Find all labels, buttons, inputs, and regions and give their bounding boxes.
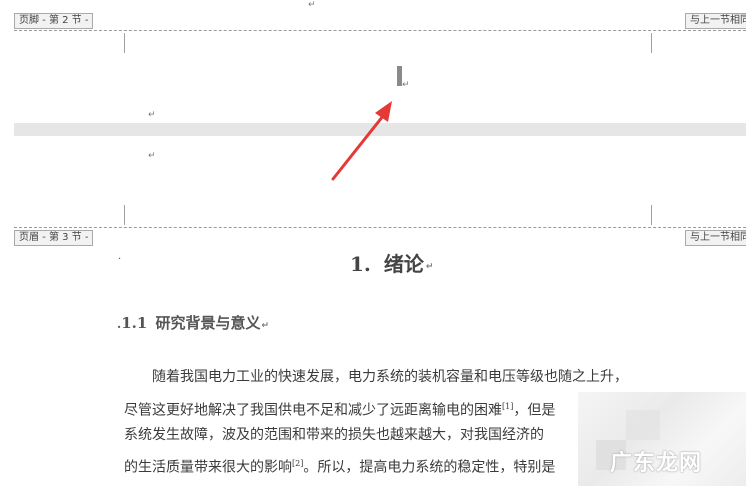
- footer-section-tag[interactable]: 页脚 - 第 2 节 -: [14, 13, 94, 29]
- paragraph-mark: ↵: [425, 262, 434, 272]
- crop-mark: [651, 205, 652, 225]
- footer-boundary: [14, 30, 746, 31]
- body-text: 的生活质量带来很大的影响: [124, 459, 292, 476]
- annotation-arrow: [331, 101, 392, 181]
- header-boundary: [14, 227, 746, 228]
- body-text: 尽管这更好地解决了我国供电不足和减少了远距离输电的困难: [124, 402, 502, 419]
- paragraph-mark: ↵: [261, 321, 270, 331]
- link-to-previous-tag[interactable]: 与上一节相同: [685, 230, 746, 246]
- paragraph-mark: ↵: [148, 110, 156, 120]
- link-to-previous-tag[interactable]: 与上一节相同: [685, 13, 746, 29]
- body-text: 随着我国电力工业的快速发展，电力系统的装机容量和电压等级也随之上升，: [152, 369, 628, 385]
- body-text: 。所以，提高电力系统的稳定性，特别是: [303, 459, 556, 476]
- body-text: 系统发生故障，波及的范围和带来的损失也越来越大，对我国经济的: [124, 427, 544, 443]
- heading-number: 1.1: [121, 314, 148, 332]
- citation-ref: [2]: [292, 459, 304, 468]
- body-text-line: 随着我国电力工业的快速发展，电力系统的装机容量和电压等级也随之上升，: [152, 368, 628, 386]
- citation-ref: [1]: [502, 402, 514, 411]
- heading-text: 绪论: [383, 252, 424, 276]
- watermark-text: 广东龙网: [610, 451, 703, 476]
- blur-tile: [626, 410, 660, 440]
- body-text: ，但是: [513, 402, 556, 419]
- heading-text: 研究背景与意义: [155, 314, 261, 332]
- heading-2: .1.1 研究背景与意义↵: [117, 314, 270, 332]
- list-bullet-mark: ·: [118, 254, 122, 265]
- crop-mark: [124, 33, 125, 53]
- heading-number: 1.: [350, 252, 371, 276]
- header-section-tag[interactable]: 页眉 - 第 3 节 -: [14, 230, 94, 246]
- body-text-line: 系统发生故障，波及的范围和带来的损失也越来越大，对我国经济的: [124, 426, 544, 444]
- body-text-line: 尽管这更好地解决了我国供电不足和减少了远距离输电的困难[1]，但是: [124, 398, 555, 420]
- crop-mark: [651, 33, 652, 53]
- paragraph-mark: ↵: [402, 80, 410, 90]
- paragraph-mark: ↵: [308, 0, 316, 10]
- crop-mark: [124, 205, 125, 225]
- body-text-line: 的生活质量带来很大的影响[2]。所以，提高电力系统的稳定性，特别是: [124, 455, 555, 477]
- paragraph-mark: ↵: [148, 151, 156, 161]
- heading-1: 1. 绪论 ↵: [350, 248, 434, 277]
